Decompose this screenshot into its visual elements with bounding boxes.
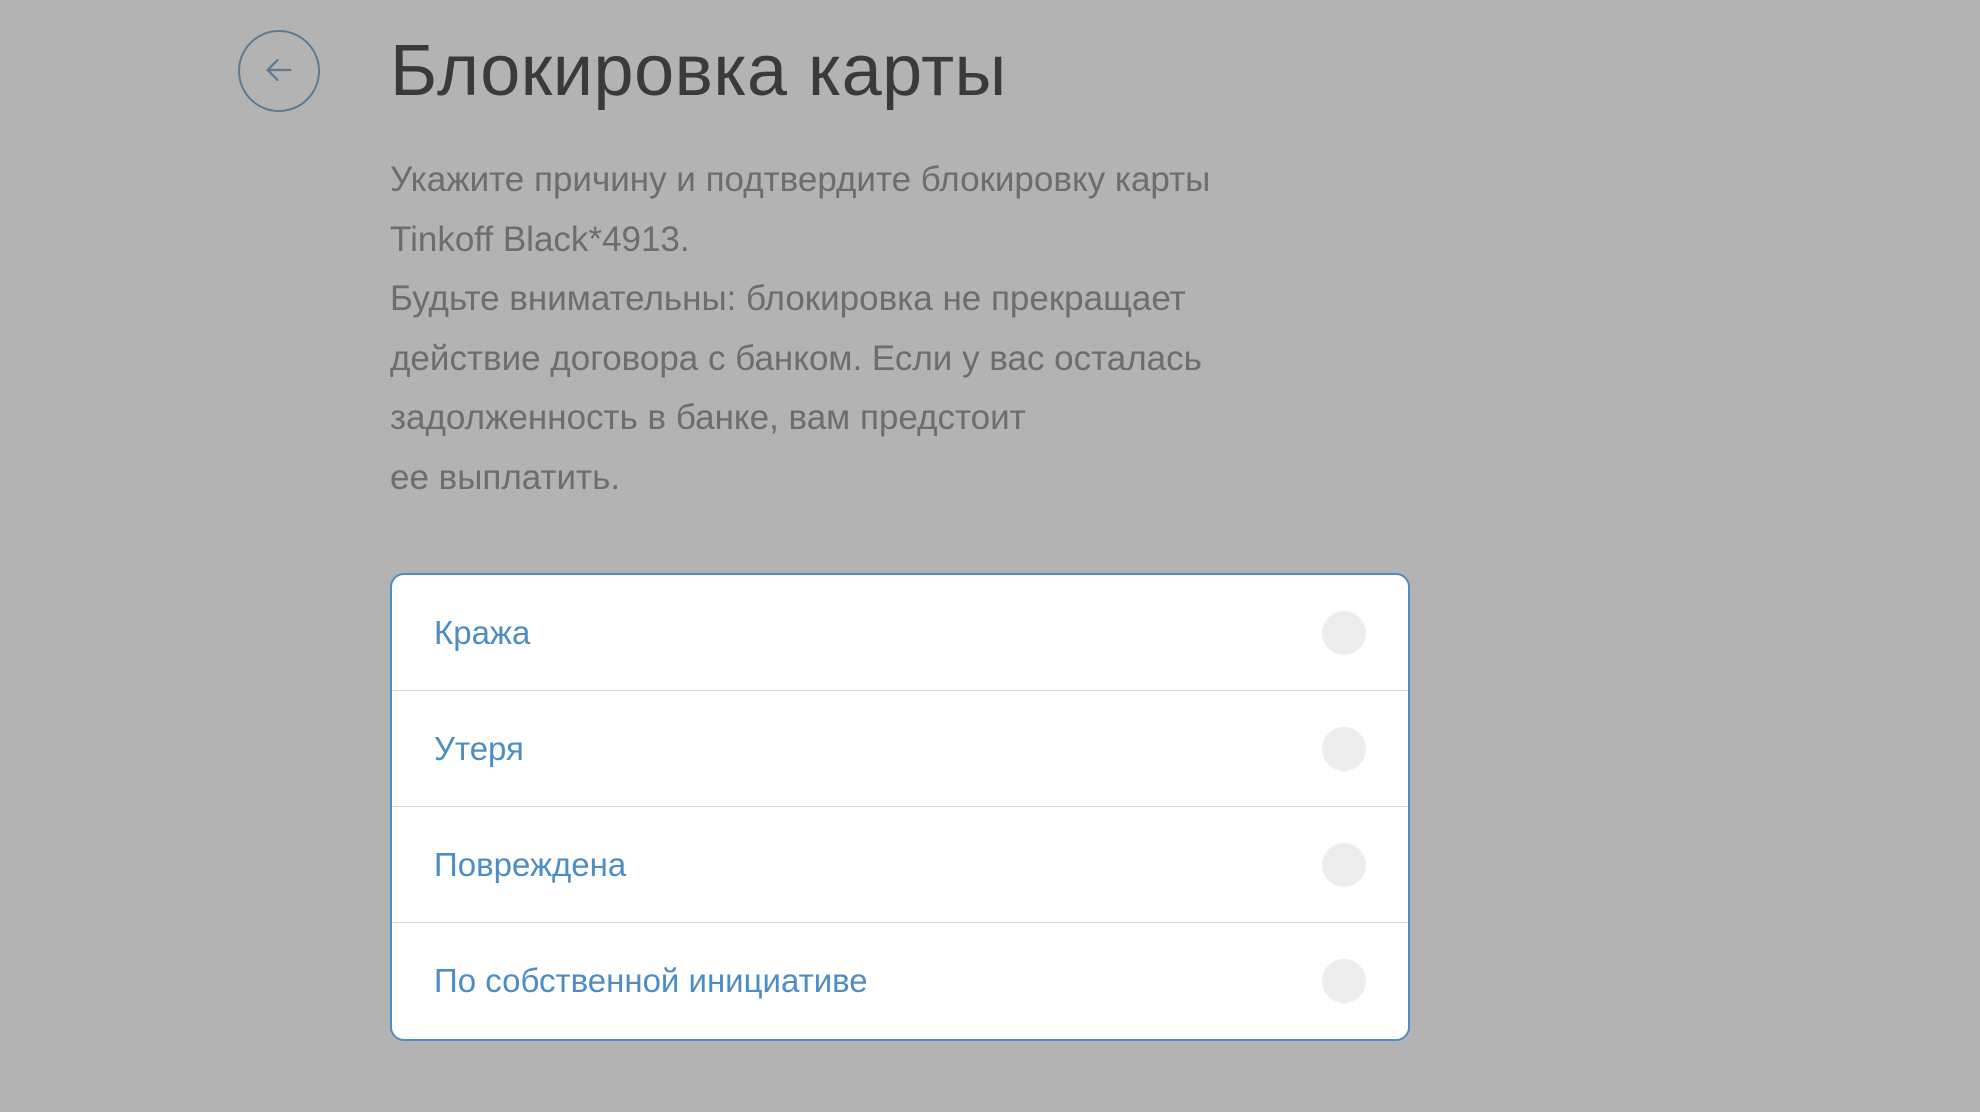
description-text: Укажите причину и подтвердите блокировку… xyxy=(390,150,1410,507)
description-line: задолженность в банке, вам предстоит xyxy=(390,398,1026,437)
page-title: Блокировка карты xyxy=(390,30,1007,112)
radio-icon xyxy=(1322,611,1366,655)
description-line: действие договора с банком. Если у вас о… xyxy=(390,339,1202,378)
option-label: Повреждена xyxy=(434,846,626,884)
reason-options-card: Кража Утеря Повреждена По собственной ин… xyxy=(390,573,1410,1041)
content-column: Укажите причину и подтвердите блокировку… xyxy=(390,150,1410,1041)
description-line: ее выплатить. xyxy=(390,458,620,497)
description-line: Будьте внимательны: блокировка не прекра… xyxy=(390,279,1186,318)
option-damaged[interactable]: Повреждена xyxy=(392,807,1408,923)
header-row: Блокировка карты xyxy=(238,30,1980,112)
radio-icon xyxy=(1322,727,1366,771)
description-line: Укажите причину и подтвердите блокировку… xyxy=(390,160,1210,199)
back-button[interactable] xyxy=(238,30,320,112)
radio-icon xyxy=(1322,843,1366,887)
description-line: Tinkoff Black*4913. xyxy=(390,220,690,259)
option-own-initiative[interactable]: По собственной инициативе xyxy=(392,923,1408,1039)
option-label: Утеря xyxy=(434,730,524,768)
radio-icon xyxy=(1322,959,1366,1003)
option-label: Кража xyxy=(434,614,530,652)
option-label: По собственной инициативе xyxy=(434,962,868,1000)
arrow-left-icon xyxy=(262,53,296,90)
page-container: Блокировка карты Укажите причину и подтв… xyxy=(0,0,1980,1112)
option-theft[interactable]: Кража xyxy=(392,575,1408,691)
option-loss[interactable]: Утеря xyxy=(392,691,1408,807)
